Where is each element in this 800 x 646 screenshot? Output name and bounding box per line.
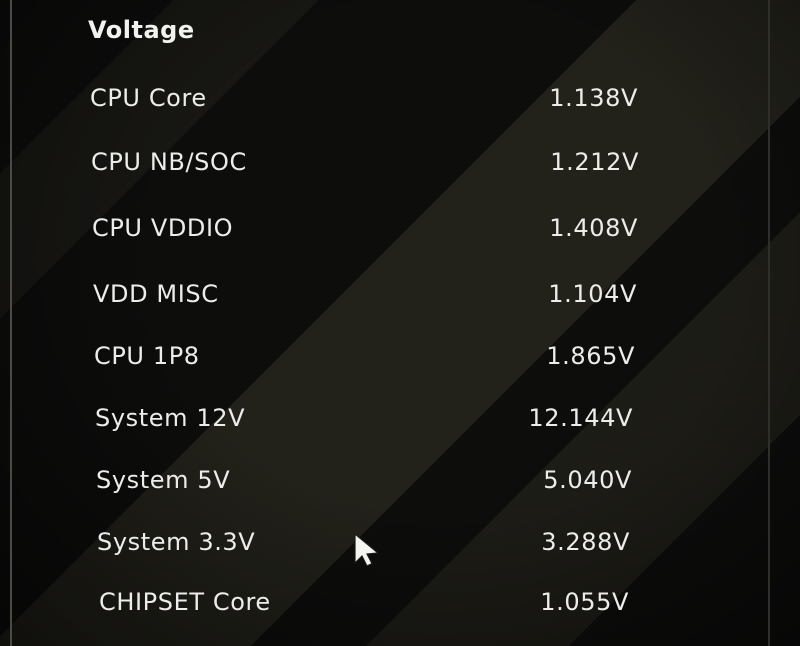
voltage-value: 1.104V [548,280,637,308]
voltage-row-system-12v: System 12V 12.144V [95,404,633,440]
voltage-label: CHIPSET Core [99,588,271,616]
voltage-value: 1.138V [549,84,638,112]
mouse-pointer-icon[interactable] [352,532,386,568]
voltage-label: System 5V [96,466,231,494]
voltage-value: 1.212V [550,148,639,176]
section-title: Voltage [88,16,195,44]
voltage-label: VDD MISC [93,280,219,308]
voltage-row-chipset-core: CHIPSET Core 1.055V [99,588,629,624]
voltage-value: 1.408V [549,214,638,242]
voltage-row-cpu-vddio: CPU VDDIO 1.408V [92,214,638,250]
voltage-row-vdd-misc: VDD MISC 1.104V [93,280,637,316]
bios-voltage-screen: Voltage CPU Core 1.138V CPU NB/SOC 1.212… [0,0,800,646]
voltage-value: 1.865V [546,342,635,370]
voltage-value: 12.144V [528,404,633,432]
voltage-label: CPU VDDIO [92,214,234,242]
voltage-label: System 3.3V [97,528,256,556]
voltage-value: 1.055V [540,588,629,616]
voltage-label: CPU NB/SOC [91,148,247,176]
panel-divider-left [10,0,12,646]
voltage-label: CPU 1P8 [94,342,200,370]
voltage-row-system-5v: System 5V 5.040V [96,466,632,502]
voltage-row-cpu-core: CPU Core 1.138V [90,84,638,120]
voltage-row-cpu-1p8: CPU 1P8 1.865V [94,342,635,378]
voltage-value: 5.040V [543,466,632,494]
voltage-row-cpu-nb-soc: CPU NB/SOC 1.212V [91,148,639,184]
voltage-value: 3.288V [541,528,630,556]
voltage-label: System 12V [95,404,246,432]
panel-divider-right [768,0,770,646]
voltage-label: CPU Core [90,84,207,112]
